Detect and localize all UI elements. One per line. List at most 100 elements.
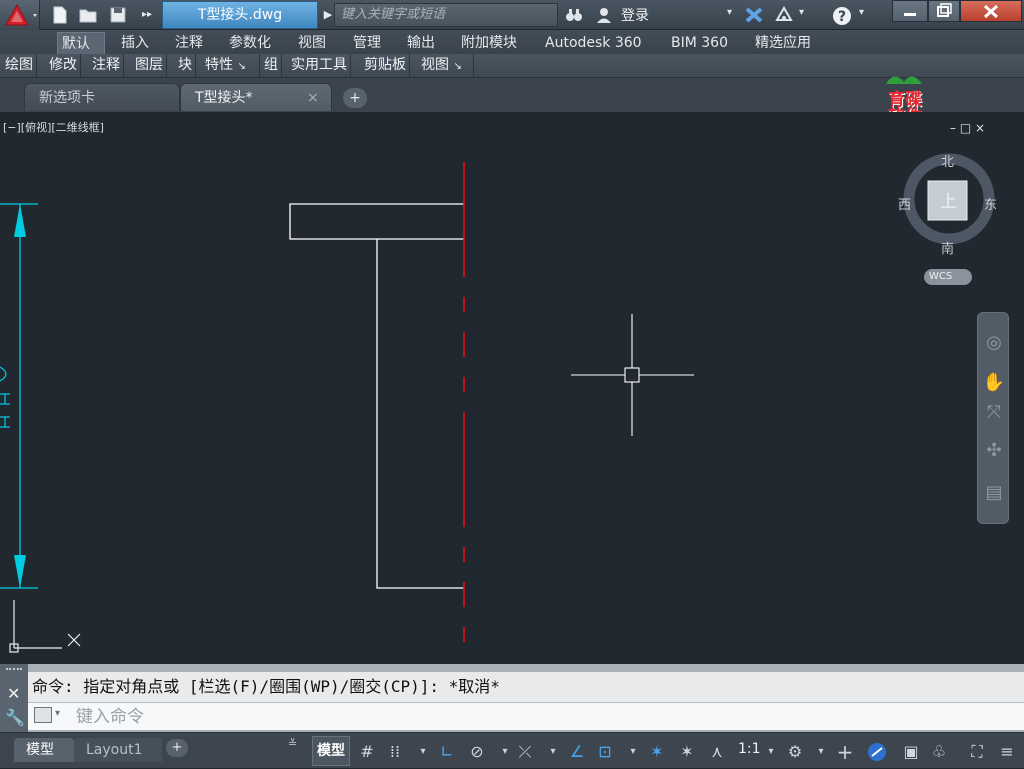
save-icon[interactable] [108, 5, 128, 25]
add-tab-button[interactable]: + [343, 88, 367, 108]
tab-output[interactable]: 输出 [403, 32, 439, 54]
hardware-acceleration-icon[interactable]: ▣ [900, 741, 922, 763]
orbit-icon[interactable]: ✣ [982, 439, 1006, 463]
clean-screen-icon[interactable]: ⛶ [966, 741, 988, 763]
isodraft-icon[interactable]: ⤫ [514, 741, 536, 763]
user-icon[interactable] [594, 5, 614, 25]
grid-icon[interactable]: # [356, 741, 378, 763]
file-tab-active-label: T型接头* [195, 90, 253, 106]
auto-scale-icon[interactable]: ✶ [676, 741, 698, 763]
layout1-tab[interactable]: Layout1 [74, 738, 162, 762]
tab-annotate[interactable]: 注释 [171, 32, 207, 54]
customize-wrench-icon[interactable]: 🔧 [5, 708, 25, 727]
tab-bim-360[interactable]: BIM 360 [667, 32, 732, 54]
close-tab-icon[interactable]: × [307, 84, 319, 112]
panel-block[interactable]: 块 [175, 54, 196, 77]
minimize-button[interactable] [892, 0, 928, 22]
wcs-dropdown[interactable]: WCS [924, 269, 972, 285]
compass-west[interactable]: 西 [898, 194, 911, 213]
isolate-objects-icon[interactable]: ♧ [928, 741, 950, 763]
viewport-window-controls[interactable]: – □ × [950, 121, 985, 135]
file-tab-active[interactable]: T型接头* × [180, 83, 332, 111]
model-space-button[interactable]: 模型 [312, 736, 350, 766]
panel-group[interactable]: 组 [261, 54, 282, 77]
a360-icon[interactable] [774, 5, 794, 25]
panel-properties[interactable]: 特性 ↘ [202, 54, 260, 77]
scale-readout[interactable]: 1:1 [738, 741, 761, 757]
steering-wheel-icon[interactable]: ◎ [982, 331, 1006, 355]
tab-insert[interactable]: 插入 [117, 32, 153, 54]
command-history-line: 命令: 指定对角点或 [栏选(F)/圈围(WP)/圈交(CP)]: *取消* [28, 672, 1024, 702]
pan-hand-icon[interactable]: ✋ [982, 371, 1006, 395]
viewcube-face-top[interactable]: 上 [940, 187, 957, 212]
tab-parametric[interactable]: 参数化 [225, 32, 275, 54]
panel-draw[interactable]: 绘图 [2, 54, 37, 77]
scale-dropdown-icon[interactable]: ▾ [760, 741, 782, 763]
drawing-canvas[interactable] [0, 112, 1024, 664]
file-tab-new[interactable]: 新选项卡 [24, 83, 180, 111]
search-input[interactable]: 键入关键字或短语 [334, 3, 558, 27]
panel-clipboard[interactable]: 剪贴板 [361, 54, 410, 77]
login-link[interactable]: 登录 [621, 5, 649, 25]
customization-menu-icon[interactable]: ≡ [996, 741, 1018, 763]
panel-modify[interactable]: 修改 [46, 54, 81, 77]
ortho-icon[interactable]: ∟ [436, 741, 458, 763]
brand-leaf-icon [886, 76, 922, 84]
exchange-apps-icon[interactable] [744, 5, 764, 25]
polar-dropdown-icon[interactable]: ▾ [494, 741, 516, 763]
tab-view[interactable]: 视图 [294, 32, 330, 54]
tab-addins[interactable]: 附加模块 [457, 32, 521, 54]
open-folder-icon[interactable] [78, 5, 98, 25]
layout-collapse-icon[interactable]: ≚ [288, 737, 297, 750]
workspace-dropdown-icon[interactable]: ▾ [810, 741, 832, 763]
tab-default[interactable]: 默认 [57, 32, 105, 54]
tab-featured-apps[interactable]: 精选应用 [751, 32, 815, 54]
annotation-visibility-icon[interactable]: ✶ [646, 741, 668, 763]
ribbon-panel-bar: 绘图 修改 注释 图层 块 特性 ↘ 组 实用工具 剪贴板 视图 ↘ [0, 54, 1024, 78]
new-file-icon[interactable] [50, 5, 70, 25]
restore-button[interactable] [928, 0, 960, 22]
object-snap-dropdown-icon[interactable]: ▾ [622, 741, 644, 763]
command-prompt-icon[interactable] [34, 707, 52, 723]
panel-annotation[interactable]: 注释 [89, 54, 124, 77]
object-snap-tracking-icon[interactable]: ∠ [566, 741, 588, 763]
compass-north[interactable]: 北 [941, 151, 954, 170]
snap-icon[interactable]: ⁞⁞ [384, 741, 406, 763]
polar-icon[interactable]: ⊘ [466, 741, 488, 763]
close-command-icon[interactable]: ✕ [7, 684, 20, 703]
object-snap-icon[interactable]: ⊡ [594, 741, 616, 763]
compass-east[interactable]: 东 [984, 194, 997, 213]
annotation-monitor-icon[interactable]: + [834, 741, 856, 763]
document-title-tab[interactable]: T型接头.dwg [162, 1, 318, 29]
showmotion-icon[interactable]: ▤ [982, 481, 1006, 505]
tab-autodesk-360[interactable]: Autodesk 360 [541, 32, 646, 54]
units-icon[interactable] [866, 741, 888, 763]
viewport-label[interactable]: [−][俯视][二维线框] [3, 119, 104, 135]
panel-utilities[interactable]: 实用工具 [288, 54, 351, 77]
command-grip-icon[interactable] [6, 668, 22, 672]
binoculars-icon[interactable] [564, 5, 584, 25]
command-recent-dropdown-icon[interactable]: ▾ [55, 708, 60, 719]
close-window-button[interactable] [960, 0, 1022, 22]
compass-south[interactable]: 南 [941, 238, 954, 257]
tab-manage[interactable]: 管理 [349, 32, 385, 54]
t-joint-outline [289, 203, 464, 589]
workspace-gear-icon[interactable]: ⚙ [784, 741, 806, 763]
help-icon[interactable]: ? [831, 5, 851, 25]
snap-dropdown-icon[interactable]: ▾ [412, 741, 434, 763]
zoom-extents-icon[interactable]: ⤧ [982, 401, 1006, 425]
isodraft-dropdown-icon[interactable]: ▾ [542, 741, 564, 763]
login-dropdown-icon[interactable]: ▾ [727, 7, 732, 18]
command-input[interactable]: 键入命令 [28, 702, 1024, 730]
more-tools-icon[interactable]: ▸▸ [137, 5, 157, 25]
application-menu-button[interactable] [0, 0, 40, 30]
title-bar: ▸▸ T型接头.dwg ▶ 键入关键字或短语 登录 ▾ ▾ ? ▾ [0, 0, 1024, 30]
panel-layers[interactable]: 图层 [132, 54, 167, 77]
a360-dropdown-icon[interactable]: ▾ [799, 7, 804, 18]
annotation-scale-icon[interactable]: ⋏ [706, 741, 728, 763]
help-dropdown-icon[interactable]: ▾ [859, 7, 864, 18]
ucs-icon [9, 600, 81, 653]
model-layout-tab[interactable]: 模型 [14, 738, 74, 762]
panel-view[interactable]: 视图 ↘ [418, 54, 474, 77]
add-layout-icon[interactable]: + [166, 739, 188, 757]
